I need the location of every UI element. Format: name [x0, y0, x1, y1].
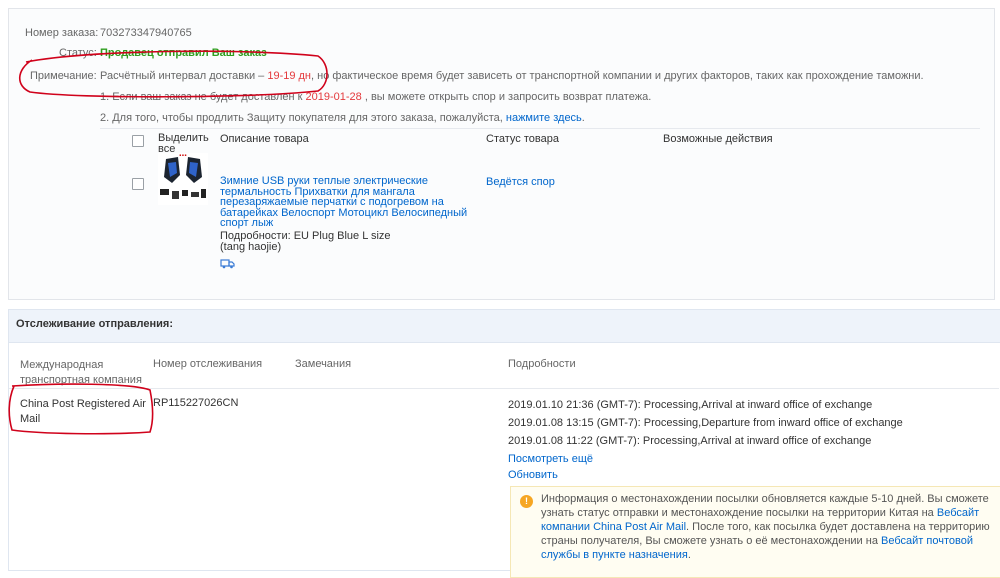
- red-annotation-marks: [8, 50, 328, 435]
